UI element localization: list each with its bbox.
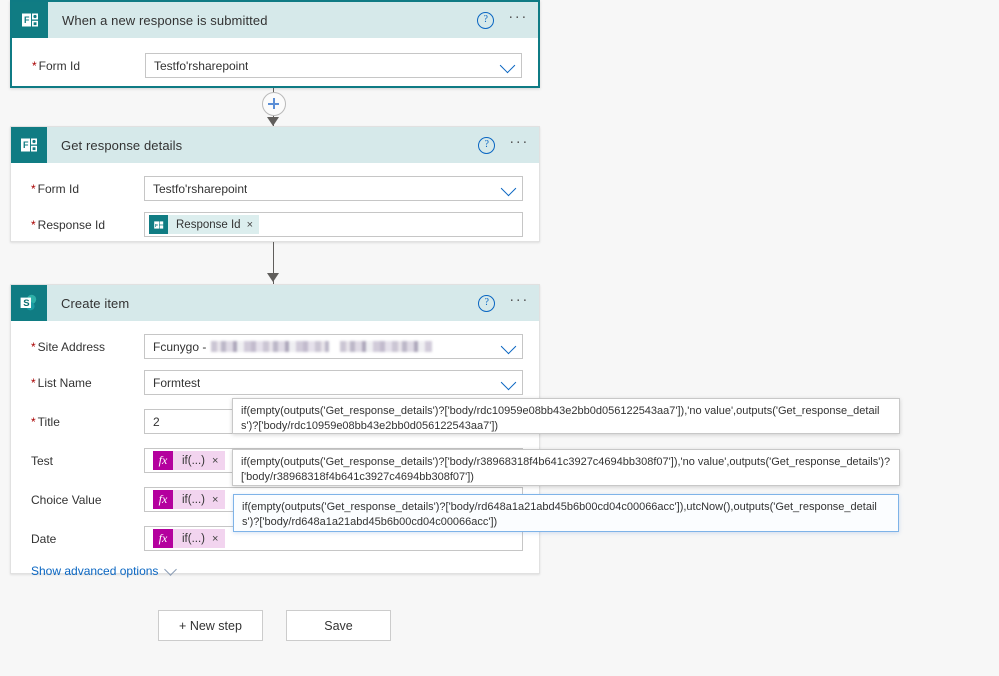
svg-text:S: S (23, 298, 29, 309)
chevron-down-icon[interactable] (500, 374, 517, 390)
required-asterisk: * (31, 339, 36, 354)
list-name-value: Formtest (153, 375, 201, 390)
field-label-choice-value: Choice Value (31, 492, 102, 507)
field-label-test: Test (31, 453, 54, 468)
required-asterisk: * (31, 414, 36, 429)
sharepoint-icon: S (11, 285, 47, 321)
field-row-response-id: * Response Id F Response Id × (11, 208, 539, 241)
expression-tooltip-choice-value: if(empty(outputs('Get_response_details')… (232, 449, 900, 486)
field-label-title: * Title (31, 414, 60, 429)
arrow-head-icon (267, 273, 279, 282)
field-row-list-name: * List Name Formtest (11, 366, 539, 399)
card-title-trigger: When a new response is submitted (62, 12, 268, 28)
expression-tooltip-date: if(empty(outputs('Get_response_details')… (233, 494, 899, 532)
token-label: Response Id (176, 218, 241, 231)
flow-card-get-response-details[interactable]: F Get response details ? ··· * Form Id Te… (10, 126, 540, 242)
chevron-down-icon[interactable] (499, 57, 516, 73)
microsoft-forms-icon: F (11, 127, 47, 163)
field-label-form-id: * Form Id (32, 58, 81, 73)
add-step-button[interactable] (262, 92, 286, 116)
expression-tooltip-title: if(empty(outputs('Get_response_details')… (232, 398, 900, 434)
expression-token-body[interactable]: if(...) × (173, 529, 226, 548)
response-id-input[interactable]: F Response Id × (144, 212, 523, 237)
form-id-value: Testfo'rsharepoint (154, 58, 249, 73)
help-icon[interactable]: ? (478, 294, 496, 312)
card-header-actions: ? ··· (478, 285, 529, 321)
fx-icon: fx (153, 451, 173, 470)
svg-text:F: F (155, 222, 158, 228)
required-asterisk: * (32, 58, 37, 73)
microsoft-forms-token-icon: F (149, 215, 168, 234)
expression-token-choice-value[interactable]: fx if(...) × (153, 490, 226, 509)
token-label: if(...) (182, 532, 205, 545)
field-row-site-address: * Site Address Fcunygo - (11, 330, 539, 363)
chevron-down-icon (164, 562, 178, 576)
field-label-date: Date (31, 531, 57, 546)
form-id-value: Testfo'rsharepoint (153, 181, 248, 196)
title-value: 2 (153, 414, 160, 429)
field-row-form-id: * Form Id Testfo'rsharepoint (12, 49, 538, 82)
card-title-create-item: Create item (61, 295, 130, 311)
remove-token-icon[interactable]: × (247, 219, 253, 231)
card-body-get-response-details: * Form Id Testfo'rsharepoint * Response Id… (11, 172, 539, 241)
dynamic-content-token-response-id[interactable]: F Response Id × (149, 215, 260, 234)
svg-text:F: F (23, 140, 29, 150)
show-advanced-options-label: Show advanced options (31, 564, 159, 578)
expression-token-body[interactable]: if(...) × (173, 490, 226, 509)
svg-text:F: F (24, 15, 30, 25)
required-asterisk: * (31, 217, 36, 232)
redacted-site-name (211, 341, 330, 352)
field-row-form-id: * Form Id Testfo'rsharepoint (11, 172, 539, 205)
arrow-head-icon (267, 117, 279, 126)
expression-token-body[interactable]: if(...) × (173, 451, 226, 470)
card-header-create-item: S Create item ? ··· (11, 285, 539, 321)
required-asterisk: * (31, 181, 36, 196)
remove-token-icon[interactable]: × (212, 494, 218, 506)
card-title-get-response-details: Get response details (61, 137, 183, 153)
site-address-value: Fcunygo - (153, 339, 207, 354)
field-label-site-address: * Site Address (31, 339, 106, 354)
card-header-actions: ? ··· (477, 2, 528, 38)
chevron-down-icon[interactable] (500, 180, 517, 196)
card-header-trigger: F When a new response is submitted ? ··· (12, 2, 538, 38)
connector-trigger-to-get-response (262, 88, 286, 126)
card-body-trigger: * Form Id Testfo'rsharepoint (12, 49, 538, 82)
form-id-dropdown[interactable]: Testfo'rsharepoint (145, 53, 522, 78)
connector-get-response-to-create-item (267, 242, 279, 284)
card-header-actions: ? ··· (478, 127, 529, 163)
field-label-response-id: * Response Id (31, 217, 106, 232)
more-options-icon[interactable]: ··· (509, 134, 529, 152)
form-id-dropdown[interactable]: Testfo'rsharepoint (144, 176, 523, 201)
flow-action-buttons: + New step Save (158, 610, 391, 641)
field-label-form-id: * Form Id (31, 181, 80, 196)
more-options-icon[interactable]: ··· (509, 292, 529, 310)
remove-token-icon[interactable]: × (212, 533, 218, 545)
fx-icon: fx (153, 529, 173, 548)
expression-token-test[interactable]: fx if(...) × (153, 451, 226, 470)
token-label: if(...) (182, 454, 205, 467)
show-advanced-options-link[interactable]: Show advanced options (11, 555, 539, 578)
site-address-dropdown[interactable]: Fcunygo - (144, 334, 523, 359)
remove-token-icon[interactable]: × (212, 455, 218, 467)
expression-token-date[interactable]: fx if(...) × (153, 529, 226, 548)
fx-icon: fx (153, 490, 173, 509)
chevron-down-icon[interactable] (500, 338, 517, 354)
field-label-list-name: * List Name (31, 375, 92, 390)
token-label: if(...) (182, 493, 205, 506)
new-step-button[interactable]: + New step (158, 610, 263, 641)
flow-designer-canvas: F When a new response is submitted ? ···… (0, 0, 999, 676)
microsoft-forms-icon: F (12, 2, 48, 38)
more-options-icon[interactable]: ··· (508, 9, 528, 27)
help-icon[interactable]: ? (477, 11, 495, 29)
list-name-dropdown[interactable]: Formtest (144, 370, 523, 395)
required-asterisk: * (31, 375, 36, 390)
save-button[interactable]: Save (286, 610, 391, 641)
card-header-get-response-details: F Get response details ? ··· (11, 127, 539, 163)
help-icon[interactable]: ? (478, 136, 496, 154)
redacted-site-url (340, 341, 433, 352)
flow-card-trigger[interactable]: F When a new response is submitted ? ···… (10, 0, 540, 88)
